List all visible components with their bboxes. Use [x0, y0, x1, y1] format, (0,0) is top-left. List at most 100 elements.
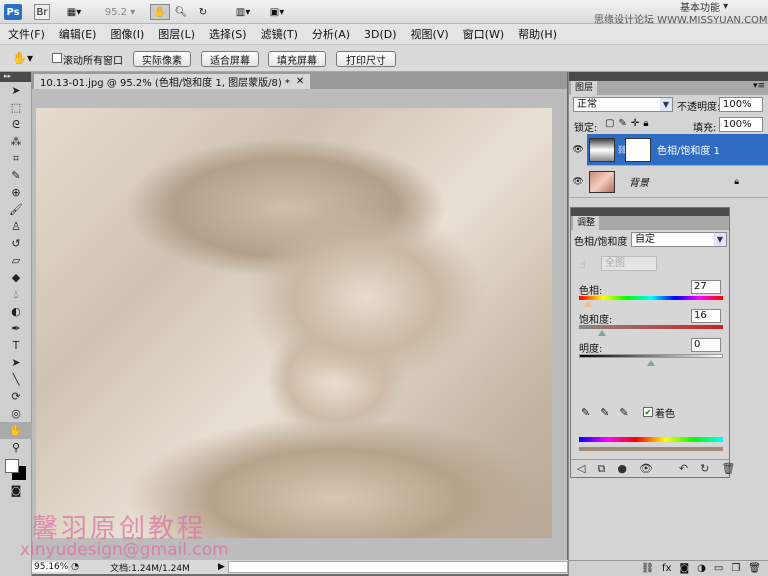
clip-layer-icon[interactable]: ● — [617, 462, 627, 475]
status-menu-icon[interactable]: ◔ — [68, 562, 82, 572]
panel-dock-header[interactable] — [569, 72, 768, 81]
visibility-eye-icon[interactable]: 👁︎ — [639, 462, 653, 475]
lightness-slider-thumb[interactable] — [647, 360, 655, 366]
screen-mode-button[interactable]: ▣▾ — [264, 4, 290, 20]
lightness-slider[interactable] — [579, 354, 723, 358]
rotate-view-icon[interactable]: ↻ — [196, 4, 210, 20]
new-layer-icon[interactable]: ❐ — [731, 563, 740, 574]
view-extras-button[interactable]: ▦▾ — [62, 4, 86, 20]
line-tool-icon[interactable]: ╲ — [0, 371, 32, 388]
menu-file[interactable]: 文件(F) — [8, 26, 45, 42]
marquee-tool-icon[interactable]: ⬚ — [0, 99, 32, 116]
eraser-tool-icon[interactable]: ▱ — [0, 252, 32, 269]
add-mask-icon[interactable]: ◙ — [679, 563, 689, 574]
saturation-input[interactable]: 16 — [691, 309, 721, 323]
layer-style-icon[interactable]: fx — [662, 563, 671, 574]
tab-layers[interactable]: 图层 — [571, 81, 597, 95]
workspace-switcher[interactable]: 基本功能 ▾ — [680, 0, 750, 12]
layer-row-background[interactable]: 👁︎ 背景 🔒︎ — [569, 166, 768, 198]
zoom-readout[interactable]: 95.16% — [32, 562, 68, 572]
menu-help[interactable]: 帮助(H) — [518, 26, 557, 42]
menu-image[interactable]: 图像(I) — [110, 26, 144, 42]
menu-layer[interactable]: 图层(L) — [158, 26, 195, 42]
lasso-tool-icon[interactable]: ᘓ — [0, 116, 32, 133]
paint-bucket-tool-icon[interactable]: ◆ — [0, 269, 32, 286]
tools-collapse-handle[interactable]: ▸▸ — [0, 72, 31, 82]
zoom-tool-icon[interactable]: ⚲ — [0, 439, 32, 456]
close-tab-icon[interactable]: ✕ — [296, 76, 304, 87]
menu-3d[interactable]: 3D(D) — [364, 28, 397, 41]
menu-window[interactable]: 窗口(W) — [463, 26, 504, 42]
type-tool-icon[interactable]: T — [0, 337, 32, 354]
zoom-level-dropdown[interactable]: 95.2 ▾ — [102, 4, 138, 20]
hand-tool-icon[interactable]: ✋ — [0, 422, 32, 439]
expand-view-icon[interactable]: ⧉ — [597, 462, 605, 476]
tool-preset-picker[interactable]: ✋▾ — [12, 51, 33, 65]
3d-orbit-tool-icon[interactable]: ◎ — [0, 405, 32, 422]
horizontal-scrollbar[interactable] — [228, 561, 568, 573]
status-arrow-icon[interactable]: ▶ — [218, 562, 228, 572]
lock-icons[interactable]: ▢✎✛🔒︎ — [605, 118, 653, 129]
previous-state-icon[interactable]: ↶ — [679, 462, 688, 475]
adjustments-panel-header[interactable] — [571, 208, 729, 216]
fill-input[interactable]: 100% — [719, 117, 763, 132]
scroll-all-checkbox[interactable] — [52, 53, 62, 63]
menu-view[interactable]: 视图(V) — [411, 26, 449, 42]
eyedropper-icons[interactable]: ✎✎✎ — [581, 406, 639, 419]
document-image[interactable] — [36, 108, 552, 538]
new-group-icon[interactable]: ▭ — [714, 563, 723, 574]
dodge-tool-icon[interactable]: ◐ — [0, 303, 32, 320]
move-tool-icon[interactable]: ➤ — [0, 82, 32, 99]
brush-tool-icon[interactable]: 🖌︎ — [0, 201, 32, 218]
hue-slider-thumb[interactable] — [584, 301, 592, 307]
menu-analysis[interactable]: 分析(A) — [312, 26, 350, 42]
crop-tool-icon[interactable]: ⌗ — [0, 150, 32, 167]
saturation-slider-thumb[interactable] — [598, 330, 606, 336]
path-selection-tool-icon[interactable]: ➤ — [0, 354, 32, 371]
color-swatches[interactable] — [0, 456, 32, 482]
opacity-input[interactable]: 100% — [719, 97, 763, 112]
blur-tool-icon[interactable]: 💧︎ — [0, 286, 32, 303]
menu-filter[interactable]: 滤镜(T) — [261, 26, 298, 42]
document-tab[interactable]: 10.13-01.jpg @ 95.2% (色相/饱和度 1, 图层蒙版/8) … — [34, 74, 310, 89]
back-arrow-icon[interactable]: ◁ — [577, 462, 585, 475]
tab-adjustments[interactable]: 调整 — [573, 216, 599, 230]
fit-screen-button[interactable]: 适合屏幕 — [201, 51, 259, 67]
3d-rotate-tool-icon[interactable]: ⟳ — [0, 388, 32, 405]
blend-mode-select[interactable]: 正常▼ — [573, 97, 673, 112]
delete-layer-icon[interactable]: 🗑︎ — [748, 563, 761, 574]
colorize-checkbox[interactable]: ✔ — [643, 407, 653, 417]
panel-menu-icon[interactable]: ▾≡ — [753, 81, 765, 91]
delete-adjustment-icon[interactable]: 🗑︎ — [721, 462, 735, 475]
healing-brush-tool-icon[interactable]: ⊕ — [0, 184, 32, 201]
actual-pixels-button[interactable]: 实际像素 — [133, 51, 191, 67]
eyedropper-tool-icon[interactable]: ✎ — [0, 167, 32, 184]
preset-select[interactable]: 自定▼ — [631, 232, 727, 247]
quick-mask-icon[interactable]: ◙ — [0, 482, 32, 499]
hue-slider[interactable] — [579, 296, 723, 300]
foreground-color-swatch[interactable] — [5, 459, 19, 473]
menu-select[interactable]: 选择(S) — [209, 26, 247, 42]
new-adjustment-icon[interactable]: ◑ — [697, 563, 706, 574]
range-select[interactable]: 全图 — [601, 256, 657, 271]
arrange-documents-button[interactable]: ▥▾ — [230, 4, 256, 20]
visibility-eye-icon[interactable]: 👁︎ — [569, 134, 587, 166]
reset-icon[interactable]: ↻ — [700, 462, 709, 475]
zoom-tool-icon[interactable]: 🔍︎ — [174, 4, 188, 20]
mask-link-icon[interactable]: ⛓ — [617, 145, 623, 154]
link-layers-icon[interactable]: ⛓ — [641, 563, 654, 574]
visibility-eye-icon[interactable]: 👁︎ — [569, 177, 587, 187]
lightness-input[interactable]: 0 — [691, 338, 721, 352]
print-size-button[interactable]: 打印尺寸 — [336, 51, 396, 67]
layer-row-hue-saturation[interactable]: 👁︎ ⛓ 色相/饱和度 1 — [569, 134, 768, 166]
clone-stamp-tool-icon[interactable]: ♙ — [0, 218, 32, 235]
magic-wand-tool-icon[interactable]: ⁂ — [0, 133, 32, 150]
layer-mask-thumbnail[interactable] — [625, 138, 651, 162]
menu-edit[interactable]: 编辑(E) — [59, 26, 97, 42]
pen-tool-icon[interactable]: ✒ — [0, 320, 32, 337]
hand-tool-icon[interactable]: ✋ — [150, 4, 170, 20]
bridge-button[interactable]: Br — [34, 4, 50, 20]
hue-input[interactable]: 27 — [691, 280, 721, 294]
history-brush-tool-icon[interactable]: ↺ — [0, 235, 32, 252]
fill-screen-button[interactable]: 填充屏幕 — [268, 51, 326, 67]
